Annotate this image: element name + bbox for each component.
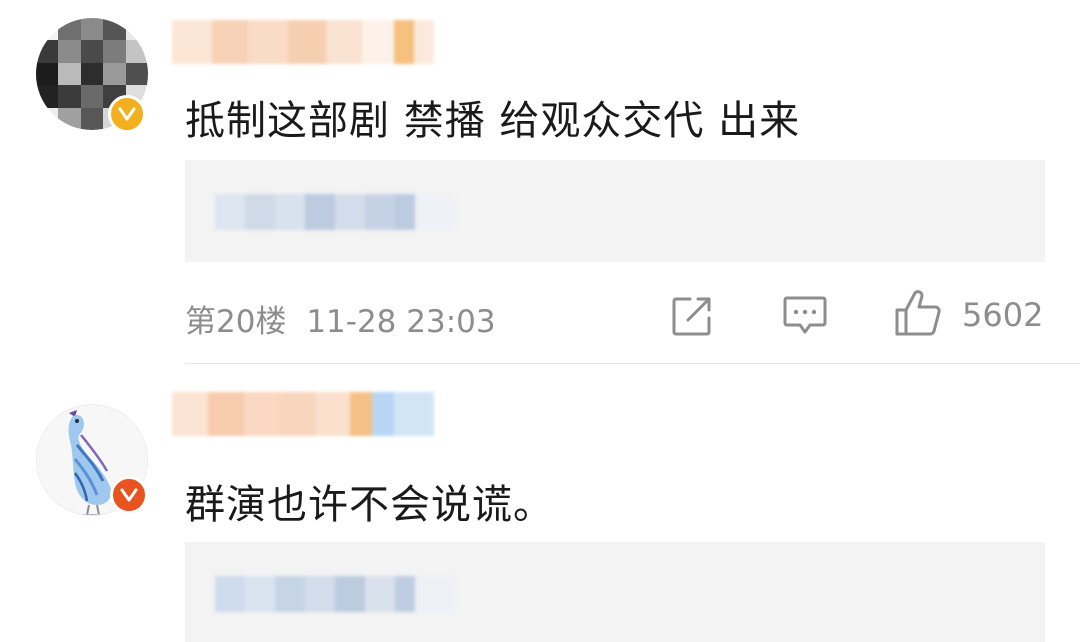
reply-preview[interactable]	[185, 160, 1045, 262]
comment-timestamp: 11-28 23:03	[306, 304, 496, 340]
comment-icon[interactable]	[782, 294, 828, 336]
v-check-icon	[120, 488, 138, 502]
reply-preview-blurred	[215, 194, 455, 230]
reply-preview-blurred	[215, 576, 475, 612]
username-blurred[interactable]	[172, 392, 434, 436]
comment-text: 群演也许不会说谎。	[185, 482, 554, 528]
username-blurred[interactable]	[172, 20, 434, 64]
thumbs-up-icon[interactable]	[893, 288, 943, 338]
comment-item: 抵制这部剧 禁播 给观众交代 出来 第20楼 11-28 23:03 5602	[0, 0, 1080, 364]
like-count: 5602	[962, 296, 1044, 334]
verified-badge	[108, 95, 146, 133]
repost-icon[interactable]	[670, 294, 714, 338]
comment-meta: 第20楼 11-28 23:03	[185, 296, 496, 341]
verified-badge	[110, 476, 148, 514]
reply-preview[interactable]	[185, 542, 1045, 642]
comment-item: 群演也许不会说谎。	[0, 364, 1080, 642]
comment-text: 抵制这部剧 禁播 给观众交代 出来	[185, 98, 801, 144]
v-check-icon	[118, 107, 136, 121]
floor-number: 第20楼	[185, 304, 287, 340]
